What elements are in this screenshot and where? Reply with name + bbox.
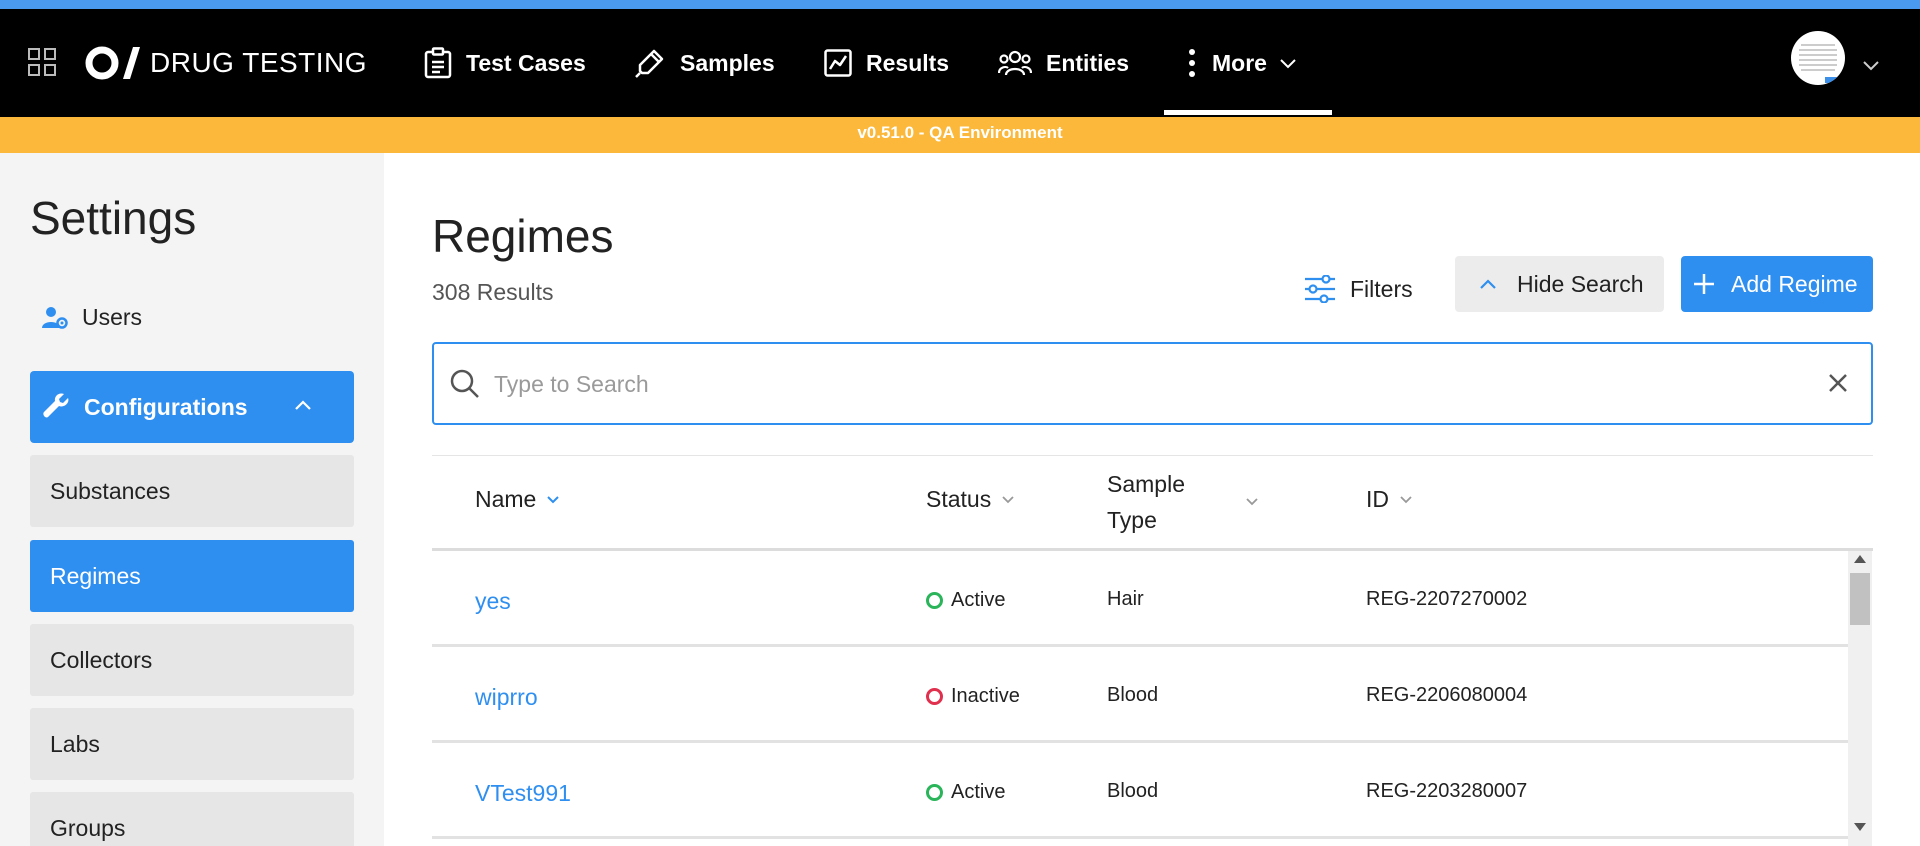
scroll-down-arrow-icon[interactable] [1854,823,1866,831]
active-nav-indicator [1164,110,1332,115]
status-badge: Active [926,589,1005,612]
chevron-down-icon[interactable] [1862,59,1880,71]
kebab-icon [1189,49,1195,77]
sort-chevron-icon [547,495,560,503]
filters-label: Filters [1350,275,1413,302]
regime-id-cell: REG-2206080004 [1366,684,1528,706]
scroll-up-arrow-icon[interactable] [1854,555,1866,563]
nav-samples[interactable]: Samples [634,45,775,81]
chevron-down-icon [1280,59,1296,69]
sidebar-item-groups[interactable]: Groups [30,792,354,846]
search-box [432,342,1873,425]
avatar-accent [1825,77,1839,83]
top-navbar: DRUG TESTING Test Cases Samples Results … [0,9,1920,117]
status-active-icon [926,784,943,801]
status-active-icon [926,592,943,609]
status-badge: Active [926,781,1005,804]
status-inactive-icon [926,688,943,705]
table-scrollbar[interactable] [1848,551,1872,846]
brand-logo-icon[interactable] [85,45,140,81]
search-input[interactable] [494,362,1774,406]
close-icon[interactable] [1828,373,1848,393]
results-count: 308 Results [432,279,554,305]
regime-name-link[interactable]: wiprro [475,684,538,711]
sidebar-item-regimes[interactable]: Regimes [30,540,354,612]
column-header-name-label: Name [475,486,537,512]
nav-more[interactable]: More [1186,45,1311,81]
status-label: Active [951,781,1006,803]
regime-id-cell: REG-2203280007 [1366,780,1528,802]
sort-chevron-icon [1400,495,1412,503]
sidebar-item-users[interactable]: Users [42,304,142,331]
nav-more-label: More [1212,49,1267,76]
user-settings-icon [42,306,68,329]
sidebar-title: Settings [30,192,197,244]
column-header-id[interactable]: ID [1366,486,1413,513]
add-regime-label: Add Regime [1731,270,1858,297]
nav-entities-label: Entities [1046,49,1130,76]
table-row[interactable]: yes Active Hair REG-2207270002 [432,551,1848,647]
wrench-icon [43,393,69,418]
status-label: Active [951,589,1006,611]
brand-name[interactable]: DRUG TESTING [150,47,367,79]
people-icon [998,50,1032,76]
sample-type-cell: Blood [1107,780,1159,802]
nav-samples-label: Samples [680,49,775,76]
main-content: Regimes 308 Results Filters Hide Search … [384,153,1920,846]
nav-results[interactable]: Results [824,45,949,81]
sidebar-item-users-label: Users [82,304,143,330]
nav-test-cases-label: Test Cases [466,49,586,76]
chevron-up-icon [295,400,311,410]
sidebar-item-substances[interactable]: Substances [30,455,354,527]
regime-name-link[interactable]: yes [475,588,511,615]
sliders-icon [1305,275,1335,303]
regime-id-cell: REG-2207270002 [1366,588,1528,610]
table-row[interactable]: wiprro Inactive Blood REG-2206080004 [432,647,1848,743]
sample-type-cell: Hair [1107,588,1144,610]
sidebar-item-collectors[interactable]: Collectors [30,624,354,696]
status-label: Inactive [951,685,1020,707]
top-accent-strip [0,0,1920,9]
sidebar-item-labs[interactable]: Labs [30,708,354,780]
search-icon [450,369,479,398]
column-header-id-label: ID [1366,486,1389,512]
settings-sidebar: Settings Users Configurations Substances… [0,153,384,846]
status-badge: Inactive [926,685,1020,708]
apps-grid-icon[interactable] [28,48,56,76]
column-header-status-label: Status [926,486,992,512]
table-body: yes Active Hair REG-2207270002 wiprro In… [432,551,1873,846]
filters-button[interactable]: Filters [1304,265,1413,313]
chevron-up-icon [1480,279,1496,289]
table-header: Name Status Sample Type ID [432,455,1873,551]
plus-icon [1694,274,1714,294]
nav-entities[interactable]: Entities [998,45,1129,81]
sidebar-item-configurations[interactable]: Configurations [30,371,354,443]
environment-banner: v0.51.0 - QA Environment [0,117,1920,153]
sidebar-item-configurations-label: Configurations [84,393,248,420]
nav-test-cases[interactable]: Test Cases [424,45,586,81]
sort-chevron-icon [1246,498,1258,506]
column-header-status[interactable]: Status [926,486,1015,513]
hide-search-button[interactable]: Hide Search [1455,256,1664,312]
sample-type-cell: Blood [1107,684,1159,706]
column-header-sample-type[interactable]: Sample Type [1107,466,1259,538]
regime-name-link[interactable]: VTest991 [475,780,571,807]
sort-chevron-icon [1002,495,1014,503]
scrollbar-thumb[interactable] [1850,573,1870,625]
clipboard-icon [424,47,452,79]
pipette-icon [635,49,664,78]
column-header-sample-type-label: Sample Type [1107,471,1185,533]
hide-search-label: Hide Search [1517,270,1644,297]
page-title: Regimes [432,210,614,262]
column-header-name[interactable]: Name [475,486,560,513]
chart-icon [824,49,852,77]
table-row[interactable]: VTest991 Active Blood REG-2203280007 [432,743,1848,839]
avatar[interactable] [1791,31,1845,85]
nav-results-label: Results [866,49,950,76]
add-regime-button[interactable]: Add Regime [1681,256,1873,312]
